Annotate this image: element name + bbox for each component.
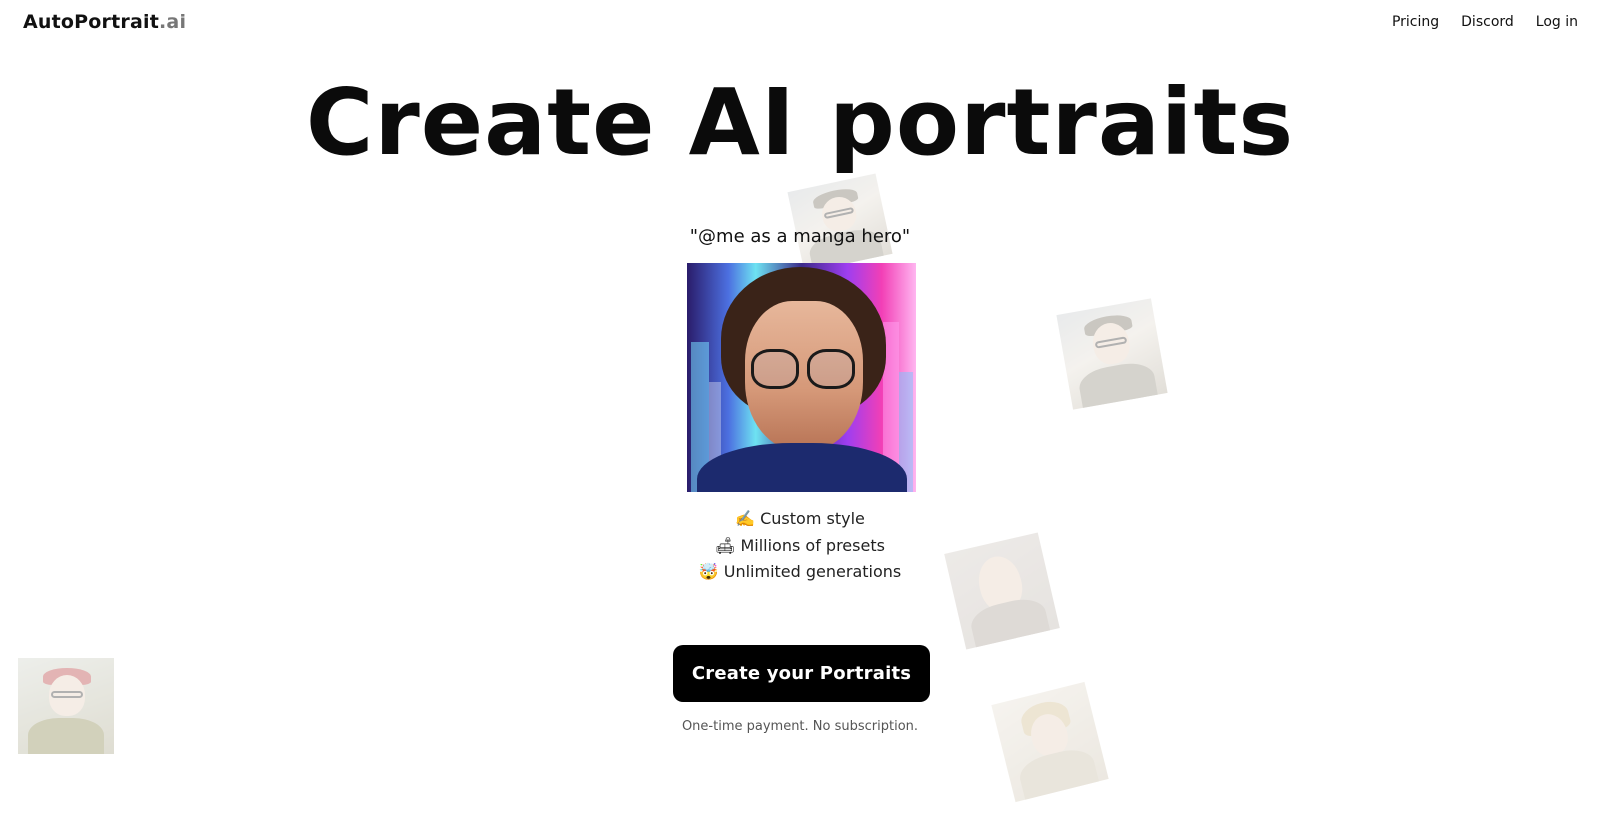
- nav-link-login[interactable]: Log in: [1536, 14, 1578, 30]
- top-nav: AutoPortrait.ai Pricing Discord Log in: [0, 0, 1600, 46]
- hero-title: Create AI portraits: [305, 69, 1295, 176]
- logo-suffix: .ai: [159, 11, 187, 33]
- nav-links: Pricing Discord Log in: [1392, 14, 1578, 30]
- payment-note: One-time payment. No subscription.: [681, 719, 919, 734]
- feature-custom-style: ✍️ Custom style: [735, 509, 865, 528]
- logo[interactable]: AutoPortrait.ai: [23, 11, 186, 33]
- feature-unlimited: 🤯 Unlimited generations: [698, 562, 902, 581]
- floating-portrait-example: [991, 681, 1109, 803]
- feature-list: ✍️ Custom style 🛋 Millions of presets 🤯 …: [0, 506, 1600, 586]
- featured-portrait-image: [687, 263, 916, 492]
- logo-main: AutoPortrait: [23, 11, 159, 33]
- prompt-text: "@me as a manga hero": [689, 226, 911, 247]
- floating-portrait-example: [1056, 298, 1168, 410]
- feature-presets: 🛋 Millions of presets: [715, 535, 885, 555]
- floating-portrait-example: [787, 173, 893, 273]
- create-portraits-button[interactable]: Create your Portraits: [673, 645, 930, 702]
- nav-link-discord[interactable]: Discord: [1461, 14, 1514, 30]
- floating-portrait-example: [18, 658, 114, 754]
- nav-link-pricing[interactable]: Pricing: [1392, 14, 1439, 30]
